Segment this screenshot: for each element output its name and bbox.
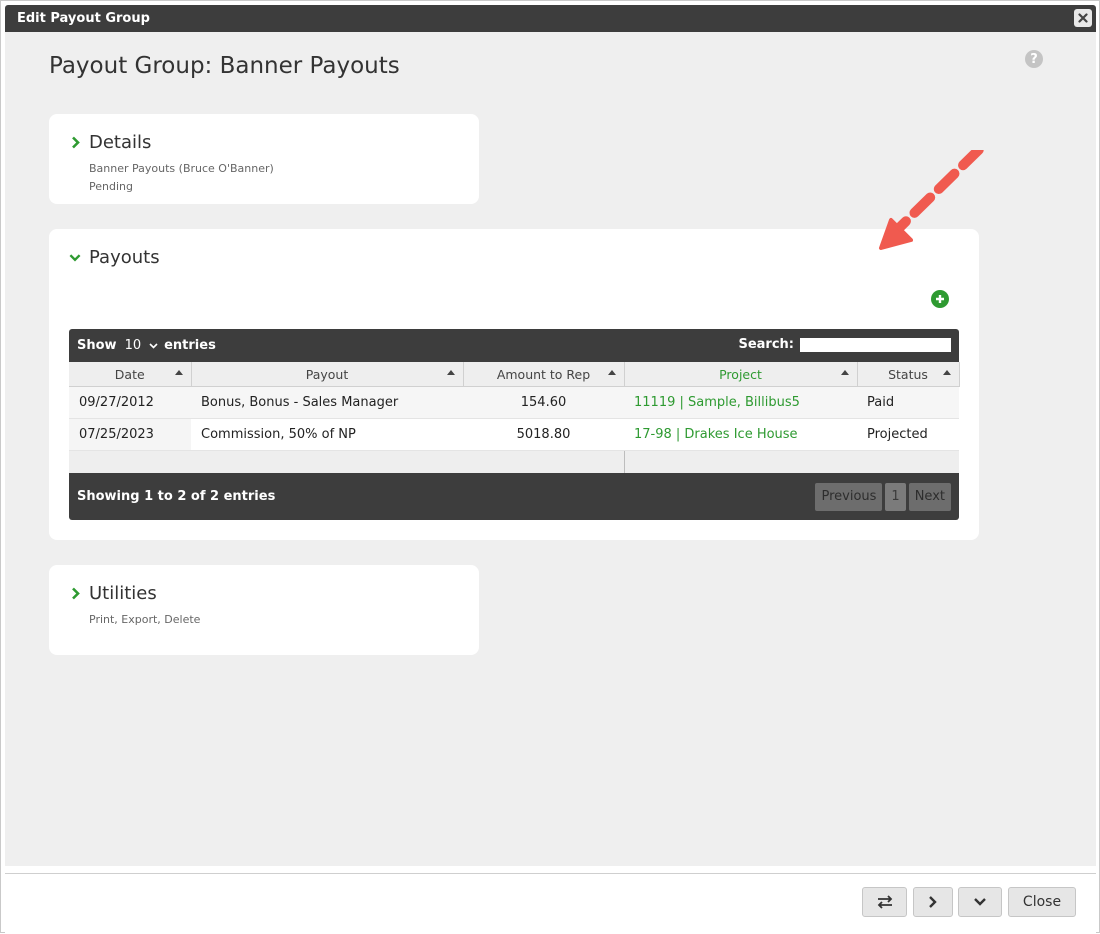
entries-length: Show 10 entries	[77, 338, 216, 353]
cell-amount: 5018.80	[463, 418, 624, 451]
chevron-right-icon	[929, 896, 937, 908]
entries-select-value: 10	[124, 338, 142, 353]
utilities-header[interactable]: Utilities	[69, 583, 157, 604]
cell-status: Projected	[857, 418, 959, 451]
page-title: Payout Group: Banner Payouts	[49, 53, 400, 79]
column-header-status[interactable]: Status	[857, 362, 960, 387]
column-label: Payout	[305, 366, 349, 382]
cell-payout: Bonus, Bonus - Sales Manager	[191, 386, 463, 419]
table-header-row: Date Payout Amount to Rep Project Status	[69, 362, 960, 387]
details-line-name: Banner Payouts (Bruce O'Banner)	[89, 162, 274, 175]
add-payout-icon[interactable]	[931, 290, 949, 308]
cell-payout: Commission, 50% of NP	[191, 418, 463, 451]
help-icon[interactable]: ?	[1025, 50, 1043, 68]
dialog-content: Payout Group: Banner Payouts ? Details B…	[5, 32, 1096, 866]
chevron-down-icon	[149, 342, 158, 349]
payouts-title: Payouts	[89, 247, 160, 268]
column-label: Amount to Rep	[496, 366, 591, 382]
show-label: Show	[77, 338, 117, 353]
table-row[interactable]: 09/27/2012 Bonus, Bonus - Sales Manager …	[69, 386, 959, 419]
next-button[interactable]: Next	[908, 483, 951, 511]
cell-amount: 154.60	[463, 386, 624, 419]
table-footer-cell	[69, 450, 625, 473]
pagination: Previous 1 Next	[815, 483, 951, 511]
payouts-header[interactable]: Payouts	[69, 247, 160, 268]
cell-status: Paid	[857, 386, 959, 419]
close-icon[interactable]	[1074, 9, 1092, 27]
column-header-amount[interactable]: Amount to Rep	[463, 362, 625, 387]
search-label: Search:	[738, 337, 794, 352]
swap-button[interactable]	[862, 887, 907, 917]
chevron-down-icon	[974, 898, 986, 906]
column-header-project[interactable]: Project	[624, 362, 858, 387]
chevron-down-icon	[69, 251, 81, 265]
dialog-footer: Close	[5, 873, 1096, 934]
more-options-button[interactable]	[958, 887, 1002, 917]
sort-asc-icon	[446, 370, 455, 375]
dialog-title: Edit Payout Group	[17, 11, 150, 26]
table-bottom-bar: Showing 1 to 2 of 2 entries Previous 1 N…	[69, 474, 959, 520]
payouts-table-wrapper: Show 10 entries Search: Date Payout Amou…	[69, 329, 960, 520]
cell-project-link[interactable]: 17-98 | Drakes Ice House	[624, 418, 857, 451]
payouts-card: Payouts Show 10 entries Search: Date Pay…	[49, 229, 979, 540]
page-1-button[interactable]: 1	[885, 483, 906, 511]
details-card: Details Banner Payouts (Bruce O'Banner) …	[49, 114, 479, 204]
cell-project-link[interactable]: 11119 | Sample, Billibus5	[624, 386, 857, 419]
table-row[interactable]: 07/25/2023 Commission, 50% of NP 5018.80…	[69, 418, 959, 451]
cell-date: 09/27/2012	[69, 386, 191, 419]
column-label: Date	[114, 366, 145, 382]
search-input[interactable]	[800, 337, 951, 352]
details-line-status: Pending	[89, 180, 133, 193]
edit-payout-group-dialog: Edit Payout Group Payout Group: Banner P…	[0, 0, 1100, 934]
swap-arrows-icon	[877, 895, 892, 909]
payouts-table: Date Payout Amount to Rep Project Status…	[69, 362, 960, 473]
cell-date: 07/25/2023	[69, 418, 191, 451]
annotation-arrow	[879, 150, 986, 250]
column-header-payout[interactable]: Payout	[191, 362, 464, 387]
column-header-date[interactable]: Date	[69, 362, 192, 387]
details-header[interactable]: Details	[69, 132, 151, 153]
sort-asc-icon	[942, 370, 951, 375]
details-title: Details	[89, 132, 152, 153]
table-footer-cell	[624, 450, 959, 473]
entries-select[interactable]: 10	[125, 338, 159, 353]
entries-label: entries	[164, 338, 216, 353]
utilities-title: Utilities	[89, 583, 157, 604]
table-toolbar: Show 10 entries Search:	[69, 329, 959, 362]
table-search: Search:	[738, 337, 951, 352]
previous-button[interactable]: Previous	[815, 483, 883, 511]
sort-asc-icon	[840, 370, 849, 375]
dialog-titlebar: Edit Payout Group	[5, 5, 1096, 32]
utilities-card: Utilities Print, Export, Delete	[49, 565, 479, 655]
utilities-subtitle: Print, Export, Delete	[89, 613, 201, 626]
column-label: Status	[888, 366, 928, 382]
table-info: Showing 1 to 2 of 2 entries	[77, 489, 276, 504]
sort-asc-icon	[607, 370, 616, 375]
close-button[interactable]: Close	[1008, 887, 1076, 917]
chevron-right-icon	[69, 587, 81, 601]
column-label: Project	[719, 366, 762, 382]
next-record-button[interactable]	[913, 887, 953, 917]
sort-asc-icon	[174, 370, 183, 375]
table-footer-row	[69, 450, 959, 473]
chevron-right-icon	[69, 136, 81, 150]
